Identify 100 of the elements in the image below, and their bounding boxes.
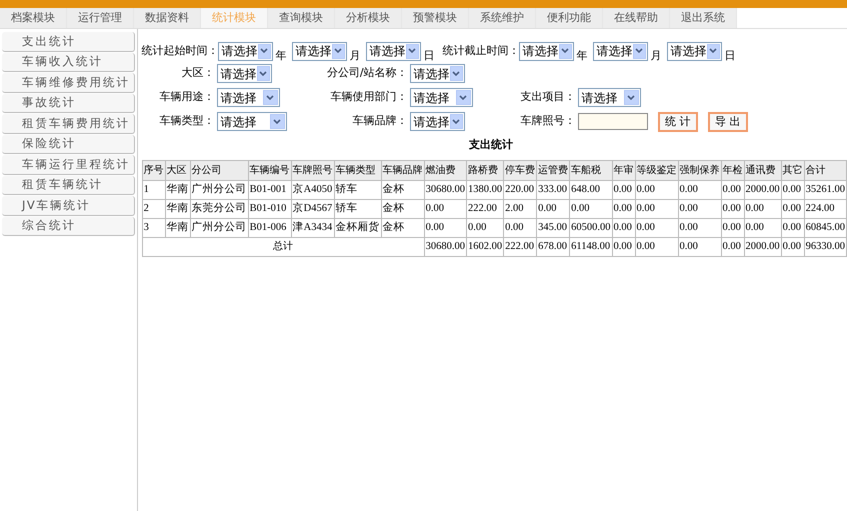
chevron-icon [262,90,278,105]
dropdown[interactable]: 请选择 [592,42,648,60]
table-cell: 广州分公司 [190,180,248,199]
table-cell: 华南 [165,218,190,237]
nav-tab[interactable]: 在线帮助 [603,8,670,28]
nav-tab[interactable]: 运行管理 [67,8,134,28]
chevron-icon [706,44,720,58]
column-header: 年审 [612,160,635,180]
table-cell: 1380.00 [466,180,504,199]
table-cell: 0.00 [612,199,635,218]
table-cell: 333.00 [536,180,570,199]
dropdown[interactable]: 请选择 [410,88,473,107]
table-cell: B01-001 [248,180,292,199]
dropdown[interactable]: 请选择 [578,88,641,107]
sidebar-item[interactable]: 综合统计 [2,216,135,236]
table-cell: B01-006 [248,218,292,237]
chevron-icon [256,66,270,81]
table-cell: 金杯 [381,218,424,237]
table-cell: 0.00 [678,199,721,218]
sidebar-item[interactable]: 支出统计 [2,32,135,52]
nav-tab[interactable]: 数据资料 [134,8,201,28]
nav-tab[interactable]: 档案模块 [0,8,67,28]
dropdown[interactable]: 请选择 [216,112,287,131]
table-cell: 224.00 [804,199,846,218]
chevron-icon [270,114,285,129]
table-cell: 60500.00 [570,218,612,237]
filter-label: 统计截止时间： [442,42,519,59]
sidebar-item[interactable]: 保险统计 [2,134,135,154]
table-cell: 60845.00 [804,218,846,237]
dropdown[interactable]: 请选择 [216,64,272,83]
chevron-icon [558,44,572,58]
dropdown[interactable]: 请选择 [292,42,347,60]
sidebar-item[interactable]: 事故统计 [2,94,135,113]
table-cell: 0.00 [466,218,504,237]
filter-label: 车辆品牌： [352,113,409,130]
nav-tab[interactable]: 预警模块 [402,8,469,28]
nav-tab[interactable]: 退出系统 [670,8,737,28]
table-cell: 345.00 [536,218,570,237]
table-cell: 金杯厢货 [334,218,382,237]
table-cell: 0.00 [721,237,744,256]
nav-tab[interactable]: 系统维护 [469,8,536,28]
table-cell: 0.00 [612,218,635,237]
table-cell: 2000.00 [744,237,782,256]
dropdown[interactable]: 请选择 [366,42,421,60]
sidebar-item[interactable]: 车辆收入统计 [2,52,135,72]
table-cell: 30680.00 [424,180,466,199]
sidebar-item[interactable]: JV车辆统计 [2,196,135,216]
sidebar-item[interactable]: 租赁车辆费用统计 [2,114,135,134]
column-header: 其它 [781,160,804,180]
table-cell: 0.00 [721,180,744,199]
column-header: 大区 [165,160,190,180]
calculate-button[interactable]: 统 计 [658,112,698,132]
column-header: 强制保养 [678,160,721,180]
table-cell: 0.00 [635,180,678,199]
export-button[interactable]: 导 出 [708,112,748,132]
column-header: 路桥费 [466,160,504,180]
column-header: 车牌照号 [291,160,334,180]
table-cell: 轿车 [334,180,382,199]
table-cell: 2000.00 [744,180,782,199]
column-header: 停车费 [504,160,537,180]
table-cell: 0.00 [678,180,721,199]
dropdown[interactable]: 请选择 [666,42,722,60]
table-cell: 广州分公司 [190,218,248,237]
nav-tab[interactable]: 查询模块 [268,8,335,28]
nav-tab[interactable]: 分析模块 [335,8,402,28]
sidebar-item[interactable]: 租赁车辆统计 [2,176,135,195]
table-cell: 0.00 [424,218,466,237]
table-cell: 轿车 [334,199,382,218]
sidebar-item[interactable]: 车辆维修费用统计 [2,73,135,92]
table-cell: 0.00 [781,180,804,199]
table-cell: 金杯 [381,199,424,218]
filter-label: 车辆类型： [158,113,216,130]
column-header: 年检 [721,160,744,180]
dropdown[interactable]: 请选择 [518,42,574,60]
table-cell: 2.00 [504,199,537,218]
table-cell: 96330.00 [804,237,846,256]
table-cell: 0.00 [744,218,782,237]
table-cell: 0.00 [781,218,804,237]
column-header: 车辆编号 [248,160,292,180]
table-cell: 0.00 [721,218,744,237]
table-cell: 0.00 [612,180,635,199]
input-field[interactable] [578,113,648,130]
sidebar-item[interactable]: 车辆运行里程统计 [2,155,135,174]
table-cell: 648.00 [570,180,612,199]
chevron-icon [406,44,419,58]
table-cell: 678.00 [536,237,570,256]
column-header: 运管费 [536,160,570,180]
column-header: 车辆类型 [334,160,382,180]
nav-tab[interactable]: 便利功能 [536,8,603,28]
unit-label: 日 [422,50,436,60]
dropdown[interactable]: 请选择 [410,64,465,83]
chevron-icon [624,90,639,105]
dropdown[interactable]: 请选择 [410,112,465,131]
dropdown[interactable]: 请选择 [216,88,280,107]
table-cell: 津A3434 [291,218,334,237]
chevron-icon [456,90,471,105]
column-header: 燃油费 [424,160,466,180]
dropdown[interactable]: 请选择 [218,42,273,60]
table-cell: 京A4050 [291,180,334,199]
table-cell: 京D4567 [291,199,334,218]
